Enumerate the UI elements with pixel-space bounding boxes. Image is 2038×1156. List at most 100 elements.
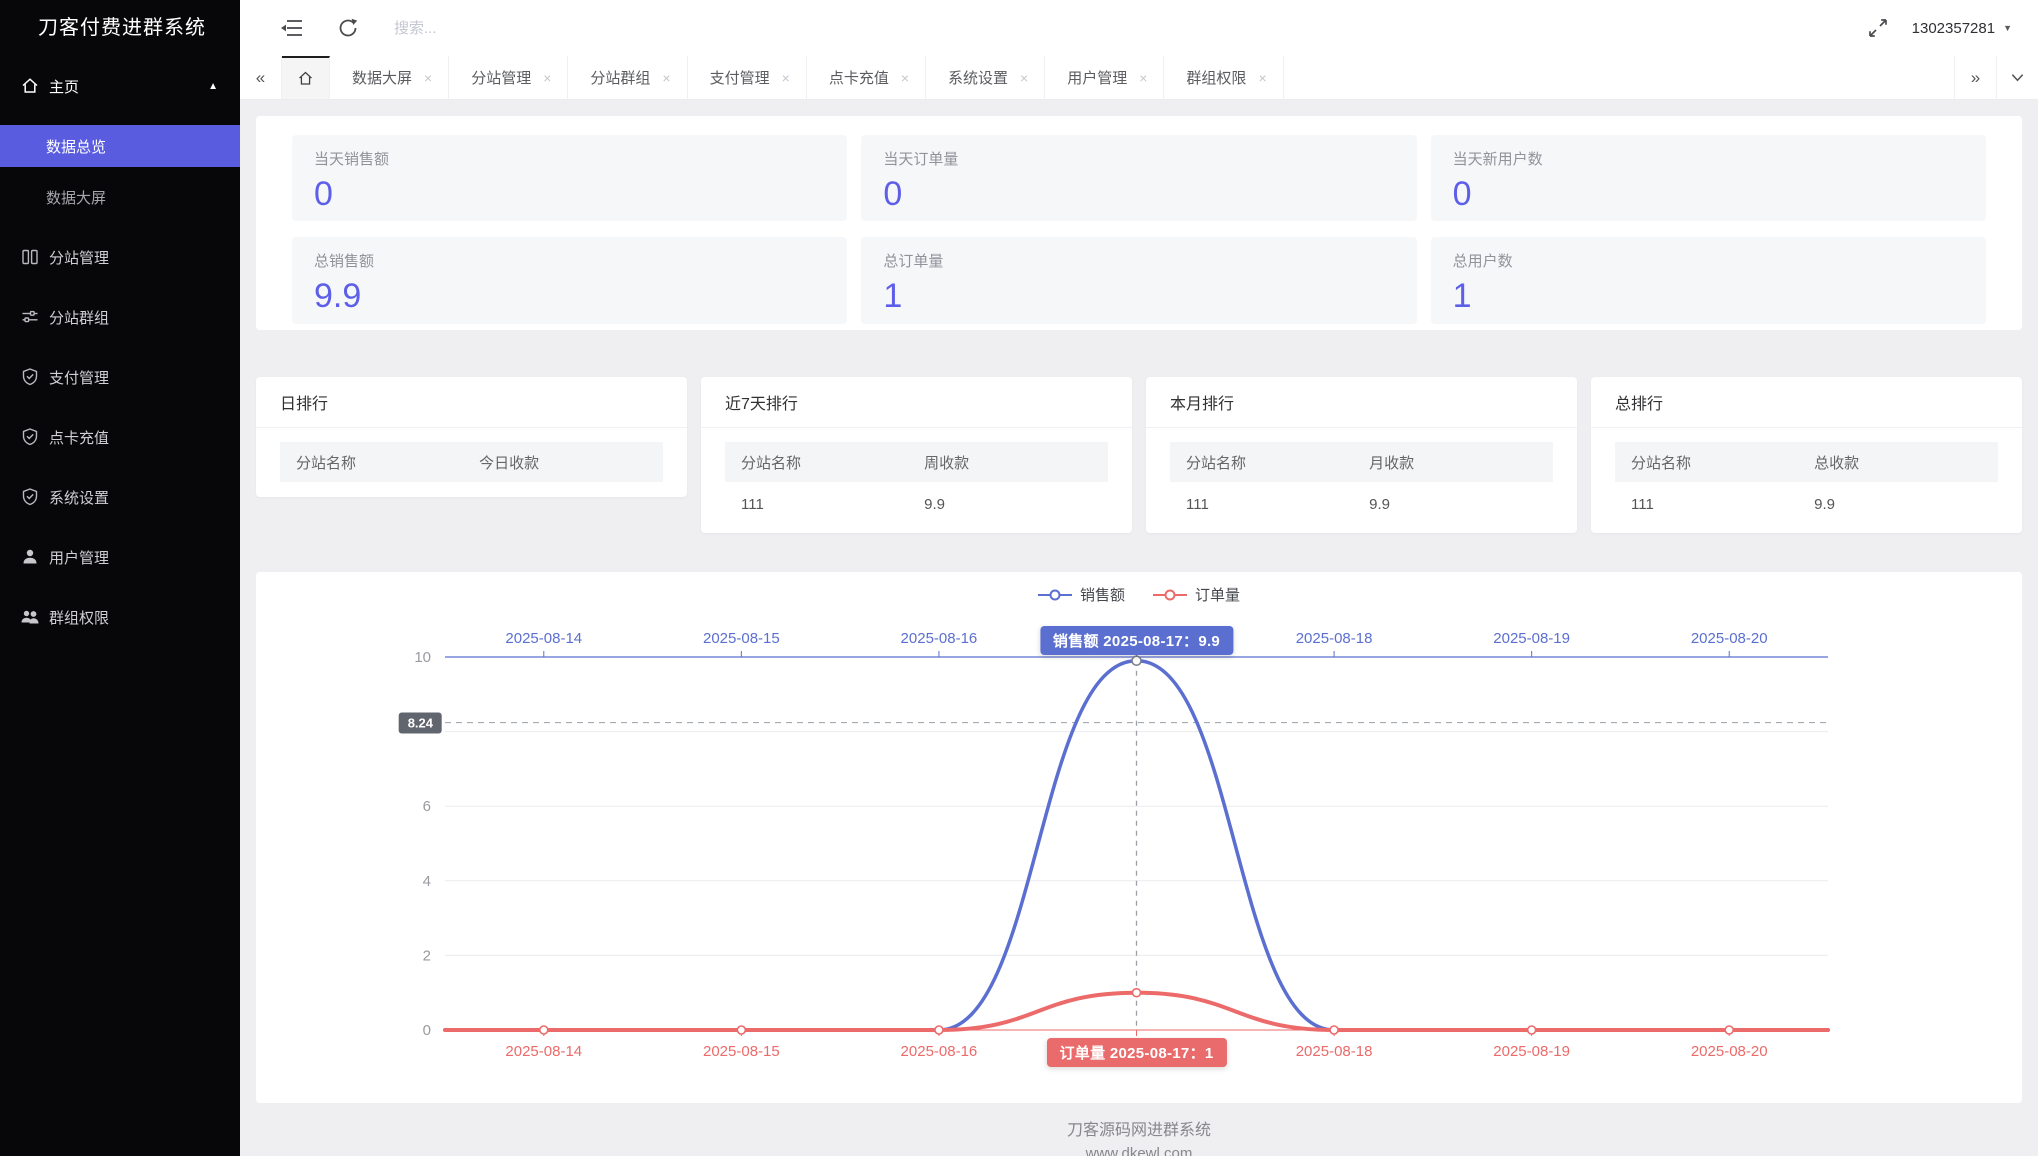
stat-label: 总订单量 xyxy=(883,250,1394,271)
rank-table-header: 分站名称 周收款 xyxy=(725,442,1108,482)
sidebar: 刀客付费进群系统 主页 ▲ 数据总览 数据大屏 分站管理 分站群组 xyxy=(0,0,240,1156)
users-icon xyxy=(20,607,40,627)
legend-item-orders[interactable]: 订单量 xyxy=(1153,584,1240,605)
column-header: 分站名称 xyxy=(1615,452,1814,473)
rank-card-title: 日排行 xyxy=(256,377,687,428)
user-icon xyxy=(20,547,40,567)
column-header: 分站名称 xyxy=(725,452,924,473)
stat-label: 总用户数 xyxy=(1453,250,1964,271)
sidebar-item-data-screen[interactable]: 数据大屏 xyxy=(0,176,240,218)
table-cell: 111 xyxy=(725,496,924,513)
table-cell: 9.9 xyxy=(1814,496,1998,513)
tab-item[interactable]: 系统设置 × xyxy=(926,56,1045,99)
tabs-scroll-left-button[interactable]: « xyxy=(240,56,282,99)
close-icon[interactable]: × xyxy=(1139,70,1147,86)
sidebar-item-data-overview[interactable]: 数据总览 xyxy=(0,125,240,167)
chart-legend: 销售额 订单量 xyxy=(256,584,2022,605)
stat-card-total-orders: 总订单量 1 xyxy=(861,237,1416,324)
stat-value: 9.9 xyxy=(314,278,825,315)
svg-text:2025-08-19: 2025-08-19 xyxy=(1493,1043,1570,1060)
table-row: 111 9.9 xyxy=(1615,482,1998,526)
chevron-down-icon xyxy=(2010,70,2025,85)
sidebar-item-payment-management[interactable]: 支付管理 xyxy=(0,347,240,407)
tab-item[interactable]: 点卡充值 × xyxy=(807,56,926,99)
stat-value: 0 xyxy=(314,176,825,213)
stat-value: 1 xyxy=(1453,278,1964,315)
close-icon[interactable]: × xyxy=(782,70,790,86)
tab-item[interactable]: 数据大屏 × xyxy=(330,56,449,99)
stat-card-today-orders: 当天订单量 0 xyxy=(861,135,1416,221)
close-icon[interactable]: × xyxy=(424,70,432,86)
sidebar-item-label: 主页 xyxy=(49,76,79,97)
columns-icon xyxy=(20,247,40,267)
legend-item-sales[interactable]: 销售额 xyxy=(1038,584,1125,605)
sidebar-item-user-management[interactable]: 用户管理 xyxy=(0,527,240,587)
rank-card-title: 总排行 xyxy=(1591,377,2022,428)
sidebar-item-label: 用户管理 xyxy=(49,547,109,568)
tab-label: 用户管理 xyxy=(1067,67,1127,88)
sidebar-item-home[interactable]: 主页 ▲ xyxy=(0,56,240,116)
tab-label: 群组权限 xyxy=(1186,67,1246,88)
close-icon[interactable]: × xyxy=(662,70,670,86)
svg-text:4: 4 xyxy=(423,873,431,890)
search-input[interactable] xyxy=(394,20,814,37)
table-cell: 111 xyxy=(1615,496,1814,513)
chart-tooltip-sales: 销售额 2025-08-17：9.9 xyxy=(1040,626,1233,655)
app-title: 刀客付费进群系统 xyxy=(0,0,240,56)
tab-item[interactable]: 分站管理 × xyxy=(449,56,568,99)
tab-item[interactable]: 用户管理 × xyxy=(1045,56,1164,99)
tabs-scroll-right-button[interactable]: » xyxy=(1954,56,1996,99)
sidebar-item-label: 分站群组 xyxy=(49,307,109,328)
svg-text:2025-08-16: 2025-08-16 xyxy=(901,1043,978,1060)
rank-table-header: 分站名称 月收款 xyxy=(1170,442,1553,482)
close-icon[interactable]: × xyxy=(1258,70,1266,86)
sidebar-item-label: 支付管理 xyxy=(49,367,109,388)
svg-text:2025-08-20: 2025-08-20 xyxy=(1691,630,1768,647)
content-area: 当天销售额 0 当天订单量 0 当天新用户数 0 总销售额 9.9 总订单量 1… xyxy=(240,100,2038,1156)
tab-label: 数据大屏 xyxy=(352,67,412,88)
stat-value: 0 xyxy=(1453,176,1964,213)
home-icon xyxy=(297,70,314,87)
sidebar-item-system-settings[interactable]: 系统设置 xyxy=(0,467,240,527)
rank-card-7days: 近7天排行 分站名称 周收款 111 9.9 xyxy=(701,377,1132,533)
tab-home[interactable] xyxy=(282,56,330,99)
sidebar-item-label: 分站管理 xyxy=(49,247,109,268)
close-icon[interactable]: × xyxy=(1020,70,1028,86)
tab-item[interactable]: 群组权限 × xyxy=(1164,56,1283,99)
svg-text:2: 2 xyxy=(423,947,431,964)
fullscreen-icon[interactable] xyxy=(1866,16,1890,40)
sidebar-item-site-groups[interactable]: 分站群组 xyxy=(0,287,240,347)
close-icon[interactable]: × xyxy=(543,70,551,86)
rank-table: 分站名称 今日收款 xyxy=(280,442,663,482)
stat-card-total-sales: 总销售额 9.9 xyxy=(292,237,847,324)
svg-text:2025-08-18: 2025-08-18 xyxy=(1296,630,1373,647)
tab-label: 点卡充值 xyxy=(829,67,889,88)
sidebar-item-site-management[interactable]: 分站管理 xyxy=(0,227,240,287)
rank-card-daily: 日排行 分站名称 今日收款 xyxy=(256,377,687,497)
svg-text:2025-08-18: 2025-08-18 xyxy=(1296,1043,1373,1060)
sales-orders-chart-card: 销售额 订单量 0246102025-08-142025-08-142025-0… xyxy=(256,572,2022,1103)
sidebar-item-card-recharge[interactable]: 点卡充值 xyxy=(0,407,240,467)
home-icon xyxy=(20,76,40,96)
footer-link[interactable]: www.dkewl.com xyxy=(256,1145,2022,1156)
tabs-menu-button[interactable] xyxy=(1996,56,2038,99)
column-header: 分站名称 xyxy=(1170,452,1369,473)
column-header: 今日收款 xyxy=(479,452,663,473)
close-icon[interactable]: × xyxy=(901,70,909,86)
menu-fold-icon[interactable] xyxy=(280,16,304,40)
refresh-icon[interactable] xyxy=(336,16,360,40)
tab-item[interactable]: 分站群组 × xyxy=(568,56,687,99)
rank-table: 分站名称 周收款 111 9.9 xyxy=(725,442,1108,526)
rank-card-month: 本月排行 分站名称 月收款 111 9.9 xyxy=(1146,377,1577,533)
tab-label: 支付管理 xyxy=(710,67,770,88)
tab-item[interactable]: 支付管理 × xyxy=(688,56,807,99)
sidebar-item-label: 点卡充值 xyxy=(49,427,109,448)
user-dropdown[interactable]: 1302357281 ▼ xyxy=(1912,20,2012,37)
tab-spacer xyxy=(1284,56,1954,99)
page-footer: 刀客源码网进群系统 www.dkewl.com xyxy=(256,1103,2022,1156)
rank-card-total: 总排行 分站名称 总收款 111 9.9 xyxy=(1591,377,2022,533)
svg-text:6: 6 xyxy=(423,798,431,815)
svg-text:2025-08-14: 2025-08-14 xyxy=(505,1043,582,1060)
sidebar-item-group-permissions[interactable]: 群组权限 xyxy=(0,587,240,647)
tab-label: 分站管理 xyxy=(471,67,531,88)
